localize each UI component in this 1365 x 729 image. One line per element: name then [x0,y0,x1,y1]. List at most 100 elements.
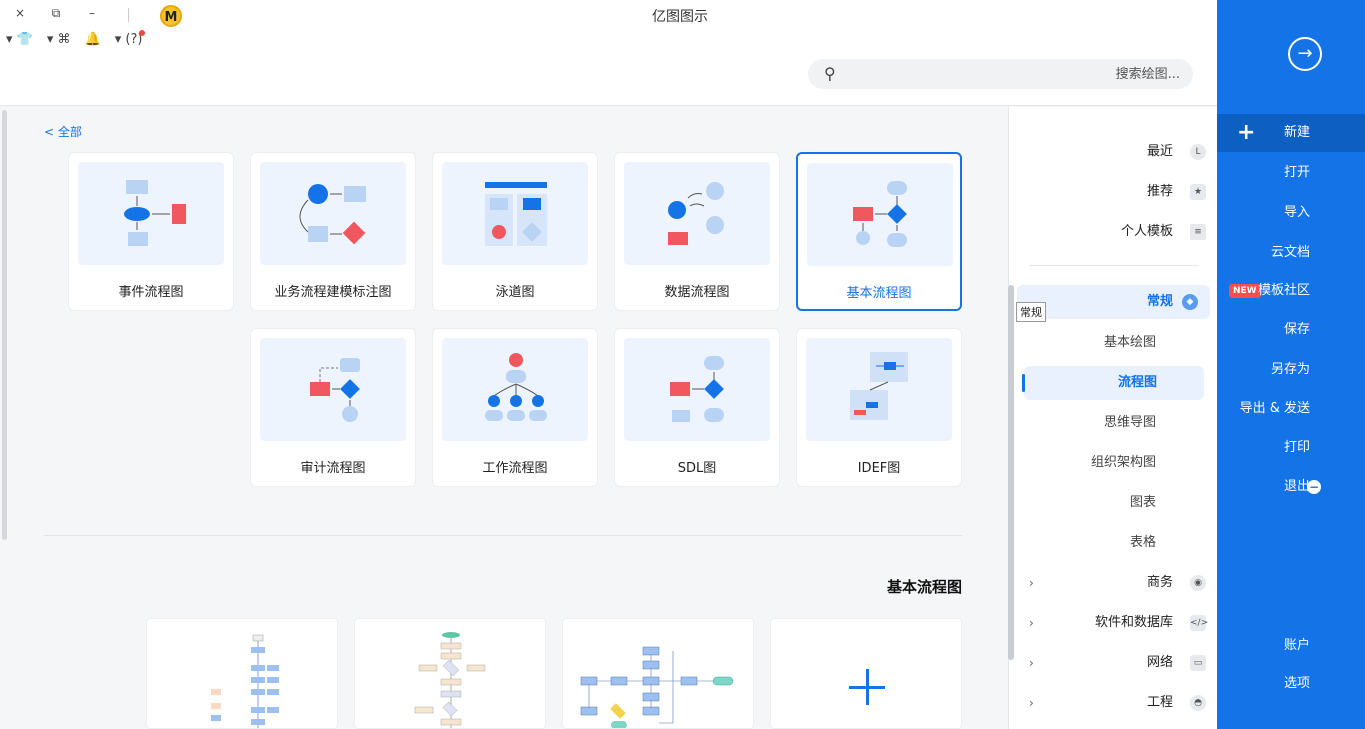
nav-recommend[interactable]: 推荐 ★ [1009,175,1218,209]
bell-icon[interactable]: 🔔 [85,32,101,47]
section-title: 基本流程图 [886,578,962,596]
chevron-right-icon: › [1029,696,1034,710]
nav-software-db[interactable]: › 软件和数据库 </> [1009,606,1218,640]
example-template-card[interactable] [354,618,546,729]
notification-dot [139,30,146,36]
template-thumbnail [260,162,406,265]
helmet-icon: ◓ [1190,695,1206,711]
avatar[interactable]: M [160,5,182,27]
template-card-bpmn[interactable]: 业务流程建模标注图 [250,152,416,311]
menu-open[interactable]: 打开 [1217,154,1365,192]
breadcrumb-all[interactable]: < 全部 [44,123,82,140]
theme-icon[interactable]: ▾ 👕 [6,32,33,47]
menu-label: 模板社区 [1257,283,1310,298]
menu-export-send[interactable]: 导出 & 发送 [1217,390,1365,428]
search-icon[interactable]: ⚲ [824,64,836,83]
nav-divider [1029,265,1199,266]
menu-label: 另存为 [1270,362,1310,377]
template-label: 事件流程图 [118,285,184,300]
clock-icon: L [1190,144,1206,160]
nav-sub-charts[interactable]: 图表 [1009,486,1218,520]
close-icon[interactable]: × [10,6,30,21]
menu-print[interactable]: 打印 [1217,429,1365,467]
template-card-audit-flow[interactable]: 审计流程图 [250,328,416,487]
nav-sub-flowchart[interactable]: 流程图 [1022,366,1204,400]
search-input[interactable] [852,59,1180,89]
nav-label: 流程图 [1117,375,1157,390]
template-thumbnail [806,338,952,441]
new-blank-template-card[interactable] [770,618,962,729]
menu-label: 退出 [1283,479,1310,494]
menu-cloud-docs[interactable]: 云文档 [1217,234,1365,272]
file-menu-sidebar: → + 新建 打开 导入 云文档 NEW 模板社区 保存 另存为 导出 & 发送… [1217,0,1365,729]
nav-sub-mindmap[interactable]: 思维导图 [1009,406,1218,440]
example-template-card[interactable] [146,618,338,729]
document-icon: ≡ [1190,224,1206,240]
window-controls: × ⧉ – [10,6,102,21]
menu-exit[interactable]: − 退出 [1217,468,1365,506]
app-window: × ⧉ – M 亿图图示 ▾ 👕 ▾ ⌘ 🔔 ▾ (?) ⚲ < 全部 [0,0,1365,729]
menu-label: 导出 & 发送 [1239,401,1310,416]
menu-label: 新建 [1283,125,1310,140]
menu-label: 账户 [1283,638,1310,653]
template-card-sdl[interactable]: SDL图 [614,328,780,487]
example-template-card[interactable] [562,618,754,729]
category-scrollbar[interactable] [1008,285,1014,660]
nav-label: 推荐 [1146,184,1173,199]
divider [128,8,129,22]
tag-icon: ◆ [1182,294,1198,310]
menu-label: 云文档 [1270,245,1310,260]
nav-label: 个人模板 [1120,224,1173,239]
nav-network[interactable]: › 网络 ▭ [1009,646,1218,680]
nav-sub-org-chart[interactable]: 组织架构图 [1009,446,1218,480]
menu-options[interactable]: 选项 [1217,665,1365,703]
nav-business[interactable]: › 商务 ◉ [1009,566,1218,600]
template-label: IDEF图 [857,461,901,476]
chevron-right-icon: › [1029,576,1034,590]
restore-icon[interactable]: ⧉ [46,6,66,21]
template-card-workflow[interactable]: 工作流程图 [432,328,598,487]
code-icon: </> [1190,615,1208,631]
menu-new[interactable]: + 新建 [1217,114,1365,152]
template-card-swimlane[interactable]: 泳道图 [432,152,598,311]
tooltip: 常规 [1016,302,1046,322]
menu-import[interactable]: 导入 [1217,194,1365,232]
menu-label: 打开 [1283,165,1310,180]
menu-account[interactable]: 账户 [1217,627,1365,665]
help-icon[interactable]: ▾ (?) [115,30,146,47]
menu-label: 保存 [1283,322,1310,337]
template-thumbnail [442,162,588,265]
chevron-right-icon: › [1029,656,1034,670]
nav-label: 软件和数据库 [1094,615,1173,630]
minimize-icon[interactable]: – [82,6,102,21]
template-card-data-flow[interactable]: 数据流程图 [614,152,780,311]
chevron-right-icon: › [1029,616,1034,630]
nav-sub-tables[interactable]: 表格 [1009,526,1218,560]
nav-label: 工程 [1146,695,1173,710]
nav-sub-basic-drawing[interactable]: 基本绘图 [1009,326,1218,360]
nav-label: 组织架构图 [1090,455,1156,470]
title-bar: × ⧉ – M 亿图图示 ▾ 👕 ▾ ⌘ 🔔 ▾ (?) ⚲ [0,0,1217,106]
arrow-right-icon[interactable]: → [1288,37,1322,71]
nav-engineering[interactable]: › 工程 ◓ [1009,686,1218,720]
template-card-basic-flow[interactable]: 基本流程图 [796,152,962,311]
main-scrollbar[interactable] [2,110,7,540]
menu-save-as[interactable]: 另存为 [1217,351,1365,389]
plus-icon: + [1237,120,1256,145]
menu-label: 打印 [1283,440,1310,455]
window-title: 亿图图示 [652,9,708,25]
menu-template-community[interactable]: NEW 模板社区 [1217,272,1365,310]
nav-recent[interactable]: 最近 L [1009,135,1218,169]
template-label: 业务流程建模标注图 [274,285,392,300]
menu-save[interactable]: 保存 [1217,311,1365,349]
nav-label: 常规 [1146,294,1173,309]
apps-icon[interactable]: ▾ ⌘ [47,32,71,47]
template-thumbnail [624,162,770,265]
template-card-event-flow[interactable]: 事件流程图 [68,152,234,311]
nav-label: 商务 [1146,575,1173,590]
nav-personal-templates[interactable]: 个人模板 ≡ [1009,215,1218,249]
template-card-idef[interactable]: IDEF图 [796,328,962,487]
template-label: 数据流程图 [664,285,730,300]
template-thumbnail [260,338,406,441]
nav-label: 图表 [1129,495,1156,510]
